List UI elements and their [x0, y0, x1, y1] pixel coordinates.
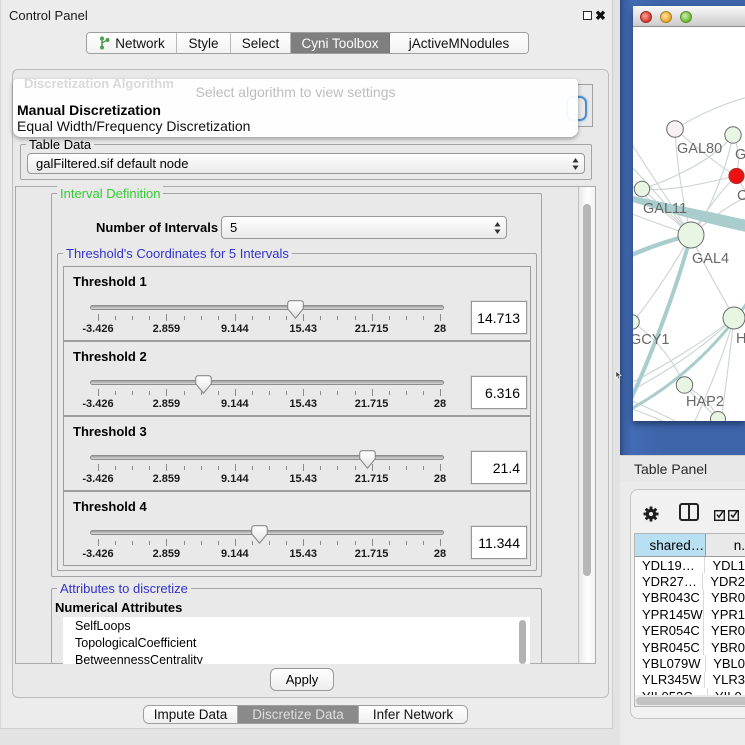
svg-text:GAL80: GAL80 [677, 141, 722, 157]
svg-text:GCY1: GCY1 [633, 332, 670, 348]
svg-text:G.: G. [735, 147, 745, 163]
svg-text:HAP2: HAP2 [686, 394, 724, 410]
svg-text:C: C [737, 188, 745, 204]
svg-text:GAL4: GAL4 [692, 251, 729, 267]
svg-text:H: H [736, 331, 745, 347]
svg-text:GAL11: GAL11 [643, 201, 687, 217]
